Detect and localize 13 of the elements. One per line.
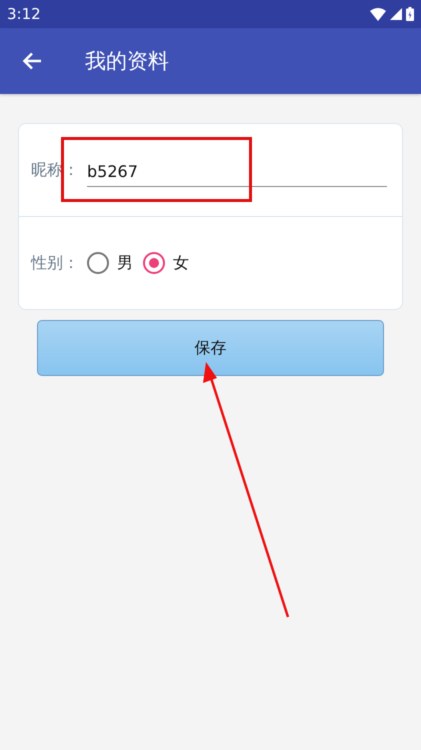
- back-arrow-icon: [22, 52, 42, 70]
- battery-icon: [406, 7, 414, 21]
- gender-option[interactable]: 男: [87, 252, 133, 274]
- screen-title: 我的资料: [85, 48, 169, 75]
- gender-label: 性别：: [31, 252, 80, 274]
- gender-option[interactable]: 女: [143, 252, 189, 274]
- wifi-icon: [370, 8, 386, 20]
- radio-button[interactable]: [87, 252, 109, 274]
- status-time: 3:12: [7, 5, 41, 23]
- signal-icon: [390, 8, 402, 20]
- radio-button[interactable]: [143, 252, 165, 274]
- save-button[interactable]: 保存: [37, 320, 384, 376]
- back-button[interactable]: [22, 51, 44, 71]
